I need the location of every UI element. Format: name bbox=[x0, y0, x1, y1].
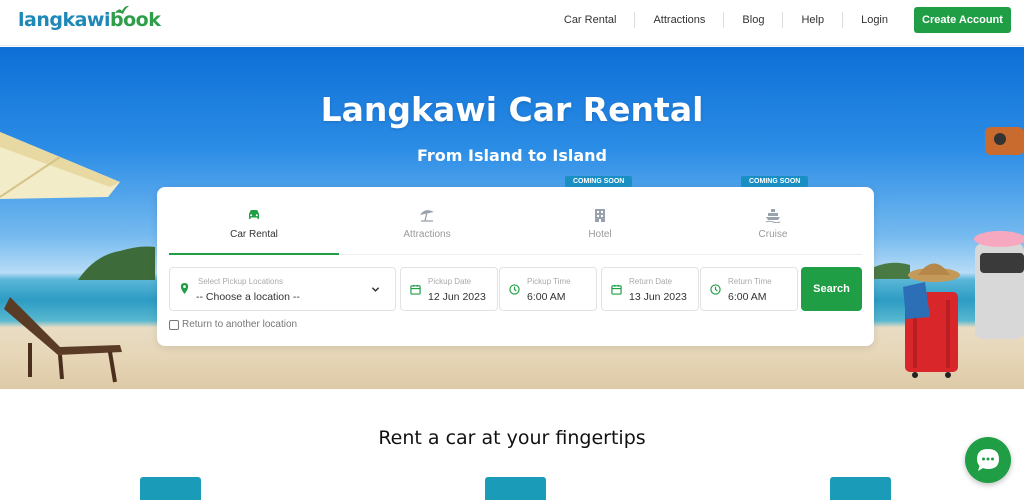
feature-card-icon bbox=[830, 477, 891, 500]
coming-soon-badge: COMING SOON bbox=[565, 176, 633, 187]
bird-icon bbox=[115, 5, 129, 14]
tab-car-rental[interactable]: Car Rental bbox=[169, 187, 339, 255]
pickup-location-value: -- Choose a location -- bbox=[196, 291, 300, 303]
pickup-date-field[interactable]: Pickup Date 12 Jun 2023 bbox=[400, 267, 498, 311]
clock-icon bbox=[509, 284, 520, 295]
main-nav: Car Rental Attractions Blog Help Login C… bbox=[546, 0, 1024, 40]
umbrella-icon bbox=[420, 210, 434, 222]
hotel-icon bbox=[595, 209, 605, 222]
search-card: Car Rental Attractions COMING SOON Hotel… bbox=[157, 176, 874, 346]
site-logo[interactable]: langkawibook bbox=[18, 5, 161, 31]
search-button[interactable]: Search bbox=[801, 267, 862, 311]
return-other-location: Return to another location bbox=[169, 319, 297, 330]
tab-attractions[interactable]: Attractions bbox=[342, 187, 512, 255]
chat-button[interactable] bbox=[965, 437, 1011, 483]
feature-card-icon bbox=[485, 477, 546, 500]
chevron-down-icon bbox=[371, 287, 380, 292]
tab-cruise[interactable]: COMING SOON Cruise bbox=[688, 176, 858, 255]
calendar-icon bbox=[611, 284, 622, 295]
car-icon bbox=[249, 210, 259, 219]
feature-card-icon bbox=[140, 477, 201, 500]
pickup-location-select[interactable]: Select Pickup Locations -- Choose a loca… bbox=[169, 267, 396, 311]
return-other-checkbox[interactable] bbox=[169, 319, 179, 330]
nav-blog[interactable]: Blog bbox=[724, 12, 784, 28]
create-account-button[interactable]: Create Account bbox=[914, 7, 1011, 33]
ship-icon bbox=[765, 209, 781, 223]
site-header: langkawibook Car Rental Attractions Blog… bbox=[0, 0, 1024, 46]
return-time-field[interactable]: Return Time 6:00 AM bbox=[700, 267, 798, 311]
tab-hotel[interactable]: COMING SOON Hotel bbox=[515, 176, 685, 255]
pickup-time-field[interactable]: Pickup Time 6:00 AM bbox=[499, 267, 597, 311]
hero-subtitle: From Island to Island bbox=[416, 146, 607, 165]
chat-bubble-icon bbox=[977, 449, 999, 471]
nav-attractions[interactable]: Attractions bbox=[635, 12, 725, 28]
section-title: Rent a car at your fingertips bbox=[378, 427, 646, 449]
calendar-icon bbox=[410, 284, 421, 295]
pickup-location-label: Select Pickup Locations bbox=[198, 277, 283, 286]
clock-icon bbox=[710, 284, 721, 295]
nav-car-rental[interactable]: Car Rental bbox=[546, 12, 636, 28]
nav-help[interactable]: Help bbox=[783, 12, 844, 28]
map-pin-icon bbox=[180, 283, 189, 294]
coming-soon-badge: COMING SOON bbox=[741, 176, 809, 187]
return-other-label[interactable]: Return to another location bbox=[182, 319, 297, 330]
nav-login[interactable]: Login bbox=[843, 12, 906, 28]
return-date-field[interactable]: Return Date 13 Jun 2023 bbox=[601, 267, 699, 311]
hero-title: Langkawi Car Rental bbox=[320, 90, 704, 129]
service-tabs: Car Rental Attractions COMING SOON Hotel… bbox=[169, 176, 862, 255]
